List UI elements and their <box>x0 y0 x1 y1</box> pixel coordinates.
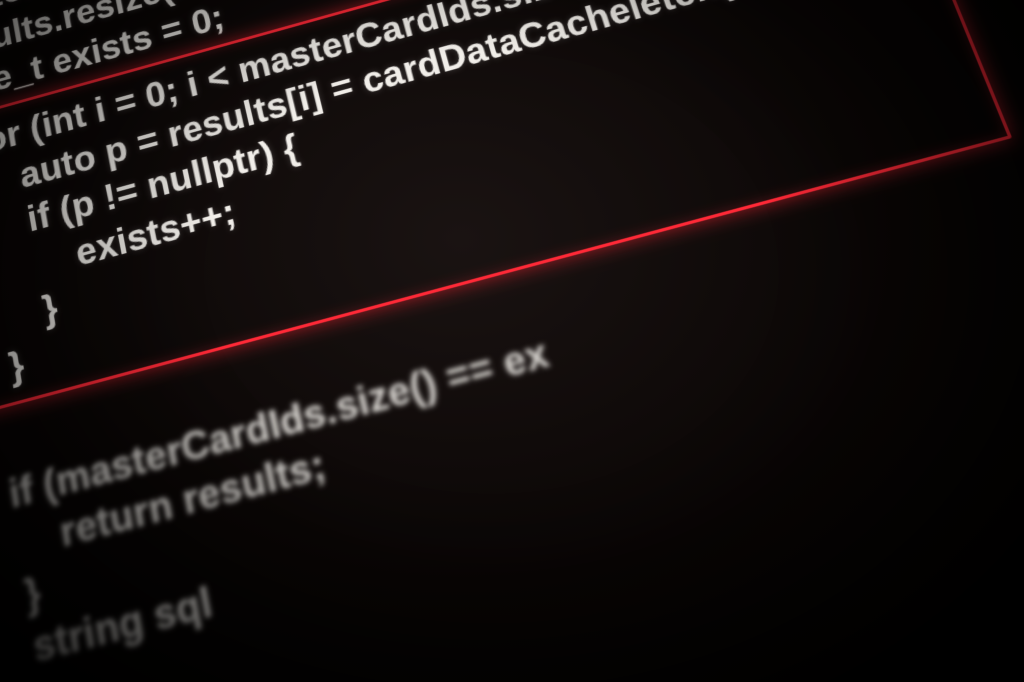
code-line: } <box>0 343 27 411</box>
code-panel: ...ardModek::getMasterCardDatasBy vector… <box>0 0 1024 682</box>
code-photo-stage: ...ardModek::getMasterCardDatasBy vector… <box>0 0 1024 682</box>
code-block: ...ardModek::getMasterCardDatasBy vector… <box>0 0 1024 682</box>
